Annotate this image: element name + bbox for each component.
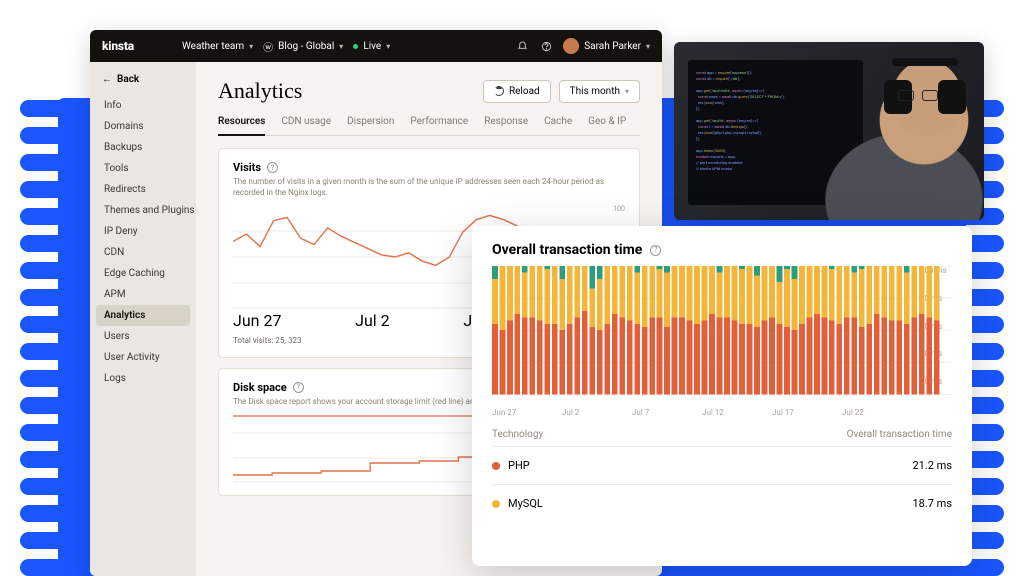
sidebar-item-info[interactable]: Info: [96, 95, 190, 116]
series-dot-icon: [492, 500, 500, 508]
wordpress-icon: ⓦ: [263, 39, 273, 54]
table-row: MySQL 18.7 ms: [492, 484, 952, 522]
chevron-down-icon: ▾: [386, 42, 390, 51]
sidebar-item-apm[interactable]: APM: [96, 284, 190, 305]
user-name: Sarah Parker: [584, 41, 641, 52]
tx-table-head: Technology Overall transaction time: [492, 429, 952, 446]
sidebar-item-redirects[interactable]: Redirects: [96, 179, 190, 200]
sidebar-item-ip-deny[interactable]: IP Deny: [96, 221, 190, 242]
site-switcher[interactable]: ⓦ Blog - Global ▾: [263, 39, 343, 54]
tab-resources[interactable]: Resources: [218, 116, 265, 136]
tab-response[interactable]: Response: [484, 116, 528, 135]
chevron-down-icon: ▾: [625, 87, 629, 96]
avatar: [563, 38, 579, 54]
disk-title: Disk space: [233, 381, 287, 394]
site-name: Blog - Global: [278, 41, 334, 52]
chevron-down-icon: ▾: [339, 42, 343, 51]
sidebar-item-users[interactable]: Users: [96, 326, 190, 347]
env-label: Live: [363, 41, 381, 52]
period-select[interactable]: This month ▾: [559, 80, 640, 103]
sidebar-item-logs[interactable]: Logs: [96, 368, 190, 389]
series-dot-icon: [492, 462, 500, 470]
sidebar-item-domains[interactable]: Domains: [96, 116, 190, 137]
visits-title: Visits: [233, 161, 261, 174]
help-icon[interactable]: ?: [267, 162, 278, 173]
help-icon[interactable]: ?: [293, 382, 304, 393]
th-value: Overall transaction time: [847, 429, 952, 440]
reload-label: Reload: [509, 86, 540, 97]
notifications-icon[interactable]: [515, 39, 529, 53]
user-menu[interactable]: Sarah Parker ▾: [563, 38, 650, 54]
glasses-icon: [898, 90, 938, 100]
visits-description: The number of visits in a given month is…: [233, 177, 625, 199]
team-name: Weather team: [182, 41, 244, 52]
sidebar-item-edge-caching[interactable]: Edge Caching: [96, 263, 190, 284]
th-technology: Technology: [492, 429, 847, 440]
sidebar-item-backups[interactable]: Backups: [96, 137, 190, 158]
sidebar-item-cdn[interactable]: CDN: [96, 242, 190, 263]
tech-value: 21.2 ms: [913, 459, 953, 472]
tech-label: MySQL: [508, 497, 543, 510]
tab-geo-ip[interactable]: Geo & IP: [588, 116, 626, 135]
sidebar-item-tools[interactable]: Tools: [96, 158, 190, 179]
back-button[interactable]: ← Back: [96, 70, 190, 89]
y-tick: 100: [613, 205, 625, 213]
chevron-down-icon: ▾: [646, 42, 650, 51]
help-icon[interactable]: ?: [650, 245, 661, 256]
arrow-left-icon: ←: [102, 74, 112, 85]
brand-logo: kinsta: [102, 39, 134, 53]
page-title: Analytics: [218, 78, 302, 104]
tech-value: 18.7 ms: [913, 497, 953, 510]
sidebar: ← Back InfoDomainsBackupsToolsRedirectsT…: [90, 62, 196, 576]
tx-title: Overall transaction time: [492, 242, 642, 258]
reload-icon: [494, 86, 504, 96]
tech-label: PHP: [508, 459, 530, 472]
help-icon[interactable]: [539, 39, 553, 53]
chevron-down-icon: ▾: [249, 42, 253, 51]
tab-dispersion[interactable]: Dispersion: [347, 116, 394, 135]
topbar: kinsta Weather team ▾ ⓦ Blog - Global ▾ …: [90, 30, 662, 62]
tabs: Resources CDN usage Dispersion Performance R…: [218, 116, 640, 136]
back-label: Back: [117, 74, 139, 85]
live-indicator-icon: [353, 44, 358, 49]
table-row: PHP 21.2 ms: [492, 446, 952, 484]
hero-photo: const app = require('express')(); const …: [674, 42, 984, 220]
tab-performance[interactable]: Performance: [410, 116, 468, 135]
sidebar-item-analytics[interactable]: Analytics: [96, 305, 190, 326]
environment-switcher[interactable]: Live ▾: [353, 41, 390, 52]
tx-chart: 100 ms90 ms80 ms70 ms60 ms: [492, 266, 952, 406]
tab-cache[interactable]: Cache: [544, 116, 572, 135]
period-label: This month: [570, 86, 620, 97]
team-switcher[interactable]: Weather team ▾: [182, 41, 253, 52]
transaction-time-card: Overall transaction time ? 100 ms90 ms80…: [472, 226, 972, 566]
sidebar-item-user-activity[interactable]: User Activity: [96, 347, 190, 368]
sidebar-item-themes-and-plugins[interactable]: Themes and Plugins: [96, 200, 190, 221]
tab-cdn-usage[interactable]: CDN usage: [281, 116, 331, 135]
reload-button[interactable]: Reload: [483, 80, 551, 103]
